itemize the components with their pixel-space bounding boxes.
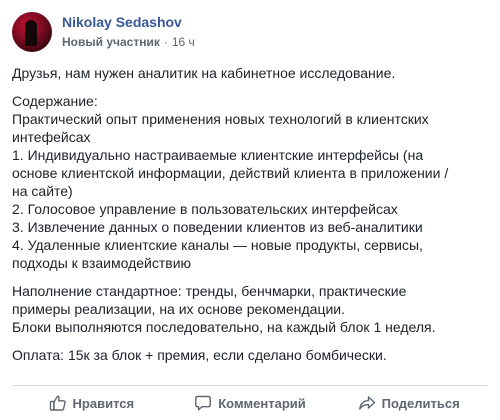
text-line: 2. Голосовое управление в пользовательск… [12, 201, 398, 217]
post-meta: Новый участник · 16 ч [62, 35, 195, 49]
avatar-figure [25, 20, 37, 46]
text-line: Практический опыт применения новых техно… [12, 111, 429, 127]
like-label: Нравится [72, 395, 135, 411]
share-icon [358, 394, 376, 412]
like-button[interactable]: Нравится [12, 388, 171, 418]
text-line: Блоки выполняются последовательно, на ка… [12, 319, 436, 335]
post-payment: Оплата: 15к за блок + премия, если сдела… [12, 346, 490, 364]
post-header: Nikolay Sedashov Новый участник · 16 ч [12, 12, 488, 56]
post-actions: Нравится Комментарий Поделиться [12, 388, 488, 418]
text-line: основе клиентской информации, действий к… [12, 165, 449, 181]
post-intro: Друзья, нам нужен аналитик на кабинетное… [12, 64, 490, 82]
text-line: Друзья, нам нужен аналитик на кабинетное… [12, 65, 396, 81]
text-line: Оплата: 15к за блок + премия, если сдела… [12, 347, 387, 363]
text-line: Содержание: [12, 93, 98, 109]
member-role: Новый участник [62, 35, 160, 49]
text-line: интефейсах [12, 129, 91, 145]
actions-divider [12, 385, 488, 386]
author-name[interactable]: Nikolay Sedashov [62, 14, 182, 30]
post-time[interactable]: 16 ч [172, 35, 195, 49]
text-line: Наполнение стандартное: тренды, бенчмарк… [12, 283, 407, 299]
comment-button[interactable]: Комментарий [171, 388, 330, 418]
text-line: 3. Извлечение данных о поведении клиенто… [12, 219, 423, 235]
post-body: Друзья, нам нужен аналитик на кабинетное… [12, 64, 490, 374]
post-filling: Наполнение стандартное: тренды, бенчмарк… [12, 282, 490, 336]
meta-separator: · [163, 35, 168, 49]
comment-label: Комментарий [218, 395, 306, 411]
text-line: подходы к взаимодействию [12, 255, 192, 271]
share-button[interactable]: Поделиться [329, 388, 488, 418]
share-label: Поделиться [381, 395, 460, 411]
avatar[interactable] [12, 12, 52, 52]
feed-post: Nikolay Sedashov Новый участник · 16 ч Дру… [0, 0, 500, 420]
post-contents: Содержание: Практический опыт применения… [12, 92, 490, 272]
text-line: 4. Удаленные клиентские каналы — новые п… [12, 237, 423, 253]
thumbs-up-icon [49, 394, 67, 412]
text-line: на сайте) [12, 183, 73, 199]
comment-icon [194, 394, 212, 412]
text-line: примеры реализации, на их основе рекомен… [12, 301, 345, 317]
text-line: 1. Индивидуально настраиваемые клиентски… [12, 147, 424, 163]
